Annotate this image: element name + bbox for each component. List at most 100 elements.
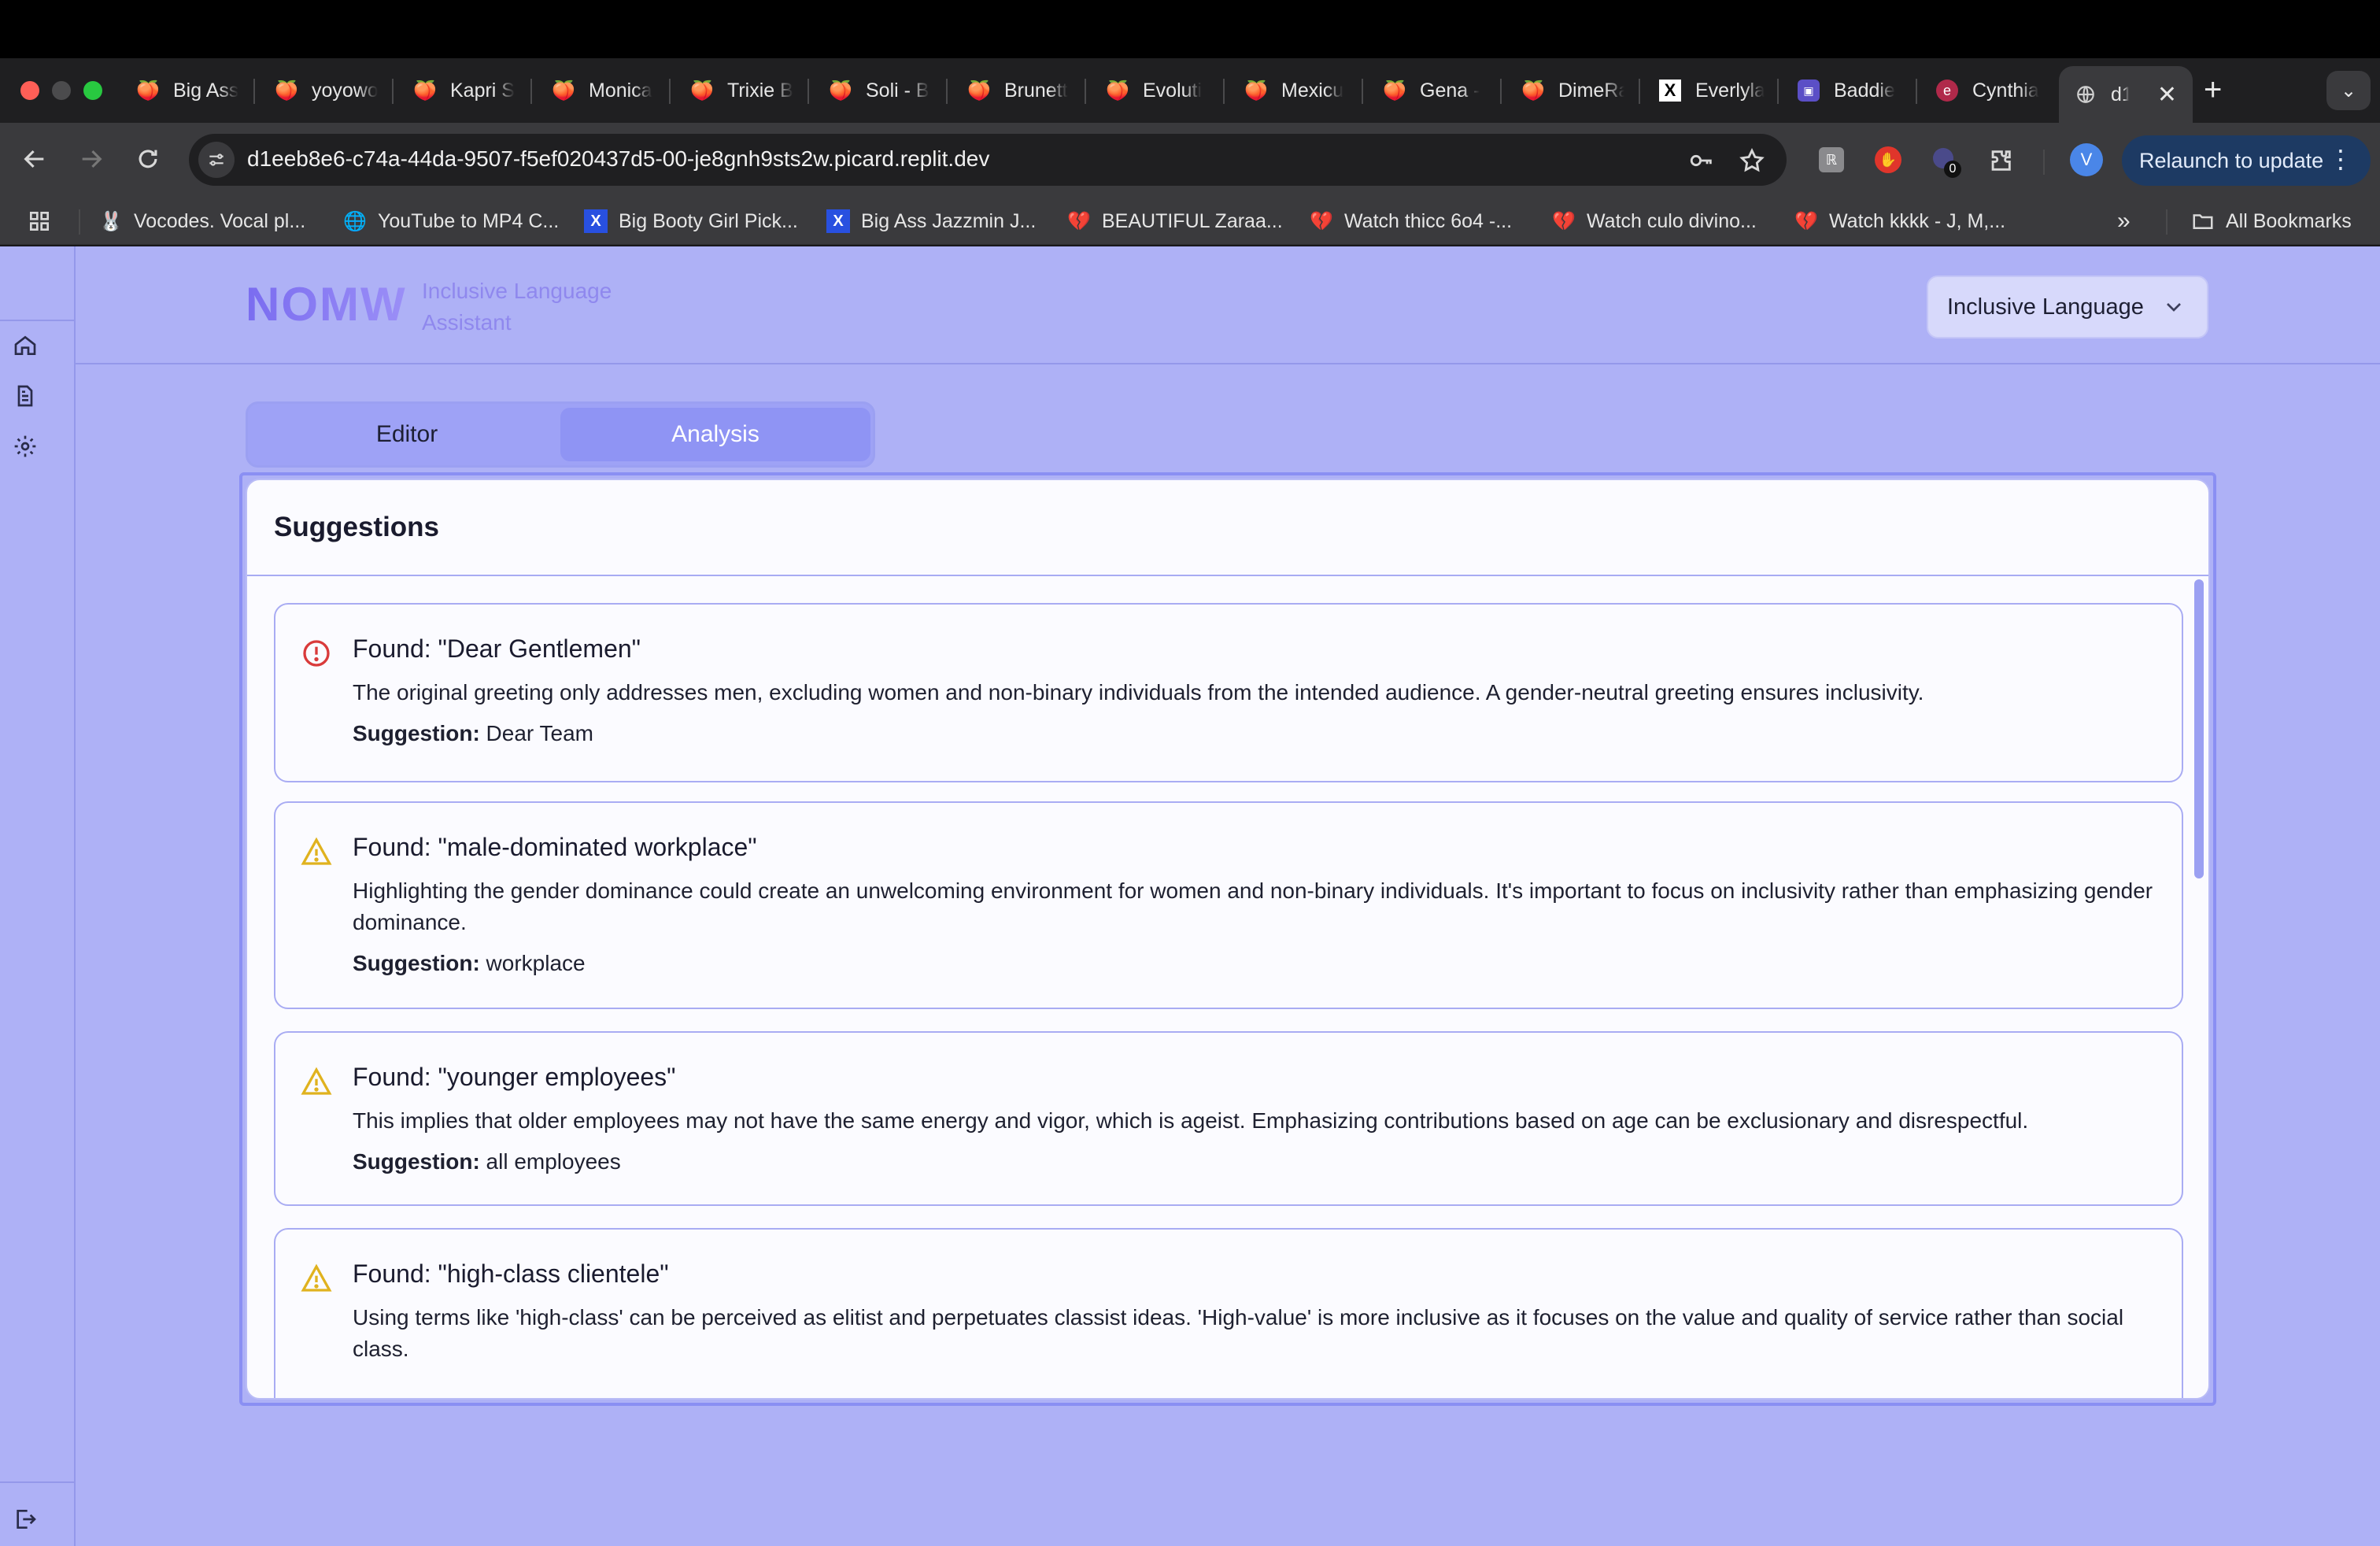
mode-select[interactable]: Inclusive Language — [1927, 276, 2208, 338]
extension-hand-icon[interactable]: ✋ — [1872, 143, 1905, 176]
peach-favicon-icon: 🍑 — [1245, 80, 1268, 102]
tab-separator — [669, 79, 671, 104]
browser-tab[interactable]: 🍑 Evoluti — [1107, 66, 1209, 115]
bookmark-item[interactable]: 🌐 YouTube to MP4 C... — [343, 206, 559, 236]
broken-heart-icon: 💔 — [1310, 210, 1333, 232]
broken-heart-icon: 💔 — [1552, 210, 1576, 232]
relaunch-label: Relaunch to update — [2139, 148, 2324, 172]
toolbar-separator — [2043, 150, 2045, 175]
browser-tab[interactable]: X Everlyla — [1659, 66, 1765, 115]
browser-tab[interactable]: 🍑 Big Ass — [137, 66, 239, 115]
bookmark-item[interactable]: 💔 Watch culo divino... — [1552, 206, 1757, 236]
suggestion-card[interactable]: Found: "high-class clientele" Using term… — [274, 1228, 2183, 1398]
tab-separator — [530, 79, 532, 104]
peach-favicon-icon: 🍑 — [830, 80, 852, 102]
suggestion-value: all employees — [486, 1149, 621, 1174]
suggestion-card[interactable]: Found: "Dear Gentlemen" The original gre… — [274, 603, 2183, 782]
arrow-left-icon — [24, 150, 44, 168]
gear-icon[interactable] — [11, 432, 39, 460]
peach-favicon-icon: 🍑 — [137, 80, 160, 102]
header-divider — [76, 363, 2380, 364]
peach-favicon-icon: 🍑 — [1107, 80, 1129, 102]
suggestion-line: Suggestion: all employees — [353, 1149, 621, 1174]
browser-tab[interactable]: 🍑 DimeRa — [1522, 66, 1624, 115]
peach-favicon-icon: 🍑 — [552, 80, 575, 102]
app-logo[interactable]: NOMW — [246, 277, 407, 331]
tab-separator — [253, 79, 255, 104]
suggestions-panel: Suggestions Found: "Dear Gentlemen" The … — [246, 479, 2210, 1400]
warning-triangle-icon — [301, 1067, 332, 1095]
tab-separator — [1500, 79, 1502, 104]
peach-favicon-icon: 🍑 — [1384, 80, 1406, 102]
chevron-down-icon — [2167, 303, 2181, 312]
tab-separator — [1085, 79, 1086, 104]
browser-tab[interactable]: 🍑 Trixie B — [691, 66, 793, 115]
reload-icon — [139, 150, 157, 168]
browser-tab[interactable]: 🍑 Gena - — [1384, 66, 1486, 115]
globe-icon: 🌐 — [343, 210, 367, 232]
peach-favicon-icon: 🍑 — [414, 80, 437, 102]
bookmark-item[interactable]: X Big Booty Girl Pick... — [584, 206, 798, 236]
home-icon[interactable] — [11, 331, 39, 360]
profile-avatar[interactable]: V — [2070, 143, 2103, 176]
tab-editor[interactable]: Editor — [250, 408, 564, 461]
panel-title: Suggestions — [274, 512, 440, 542]
bookmark-separator — [2166, 209, 2168, 235]
close-window-button[interactable] — [20, 81, 39, 100]
reload-button[interactable] — [129, 140, 167, 178]
bookmark-item[interactable]: 💔 Watch thicc 6o4 -... — [1310, 206, 1512, 236]
browser-tab[interactable]: 🍑 yoyowo — [275, 66, 378, 115]
all-bookmarks-button[interactable]: All Bookmarks — [2191, 206, 2352, 236]
zoom-window-button[interactable] — [83, 81, 102, 100]
new-tab-button[interactable]: + — [2204, 74, 2222, 105]
browser-tab[interactable]: ▣ Baddie — [1798, 66, 1903, 115]
browser-tab[interactable]: 🍑 Brunett — [968, 66, 1070, 115]
suggestion-card[interactable]: Found: "male-dominated workplace" Highli… — [274, 801, 2183, 1009]
bookmarks-overflow-button[interactable]: » — [2117, 206, 2131, 236]
tab-separator — [1362, 79, 1363, 104]
browser-tab[interactable]: 🍑 Soli - B — [830, 66, 932, 115]
apps-grid-icon[interactable] — [27, 206, 52, 236]
browser-tab[interactable]: 🍑 Kapri S — [414, 66, 516, 115]
back-button[interactable] — [16, 140, 54, 178]
site-info-button[interactable] — [198, 142, 235, 178]
extension-r-icon[interactable]: ℝ — [1815, 143, 1848, 176]
scrollbar-thumb[interactable] — [2194, 579, 2204, 878]
bookmark-separator — [79, 209, 80, 235]
error-circle-icon — [303, 640, 330, 667]
more-vert-icon[interactable]: ⋮ — [2328, 145, 2353, 173]
tab-separator — [1777, 79, 1779, 104]
bookmark-item[interactable]: 🐰 Vocodes. Vocal pl... — [99, 206, 305, 236]
bookmark-star-icon[interactable] — [1736, 145, 1768, 176]
peach-favicon-icon: 🍑 — [968, 80, 991, 102]
bookmark-item[interactable]: 💔 BEAUTIFUL Zaraa... — [1067, 206, 1283, 236]
suggestion-card[interactable]: Found: "younger employees" This implies … — [274, 1031, 2183, 1206]
tab-analysis[interactable]: Analysis — [560, 408, 870, 461]
document-icon[interactable] — [11, 382, 39, 410]
tab-search-button[interactable]: ⌄ — [2326, 71, 2371, 110]
password-key-icon[interactable] — [1686, 145, 1717, 176]
bookmark-item[interactable]: X Big Ass Jazzmin J... — [826, 206, 1036, 236]
relaunch-button[interactable]: Relaunch to update ⋮ — [2122, 135, 2371, 186]
suggestion-line: Suggestion: workplace — [353, 951, 586, 975]
extension-badge-icon[interactable]: 0 — [1928, 143, 1961, 178]
arrow-right-icon — [82, 150, 102, 168]
logout-icon[interactable] — [11, 1505, 39, 1533]
minimize-window-button[interactable] — [52, 81, 71, 100]
browser-tab[interactable]: 🍑 Mexicu — [1245, 66, 1347, 115]
browser-tab[interactable]: e Cynthia — [1936, 66, 2046, 115]
tab-separator — [1639, 79, 1640, 104]
peach-favicon-icon: 🍑 — [691, 80, 714, 102]
bookmark-item[interactable]: 💔 Watch kkkk - J, M,... — [1794, 206, 2005, 236]
folder-icon — [2191, 209, 2215, 233]
url-text[interactable]: d1eeb8e6-c74a-44da-9507-f5ef020437d5-00-… — [247, 146, 989, 172]
close-tab-icon[interactable]: ✕ — [2157, 81, 2177, 109]
broken-heart-icon: 💔 — [1067, 210, 1091, 232]
tab-separator — [808, 79, 809, 104]
browser-tab-active[interactable]: d1e ✕ — [2059, 66, 2193, 123]
forward-button[interactable] — [72, 140, 110, 178]
rail-divider — [0, 320, 76, 321]
browser-tab[interactable]: 🍑 Monica — [552, 66, 655, 115]
extensions-puzzle-icon[interactable] — [1985, 145, 2016, 176]
tune-icon — [209, 153, 224, 166]
